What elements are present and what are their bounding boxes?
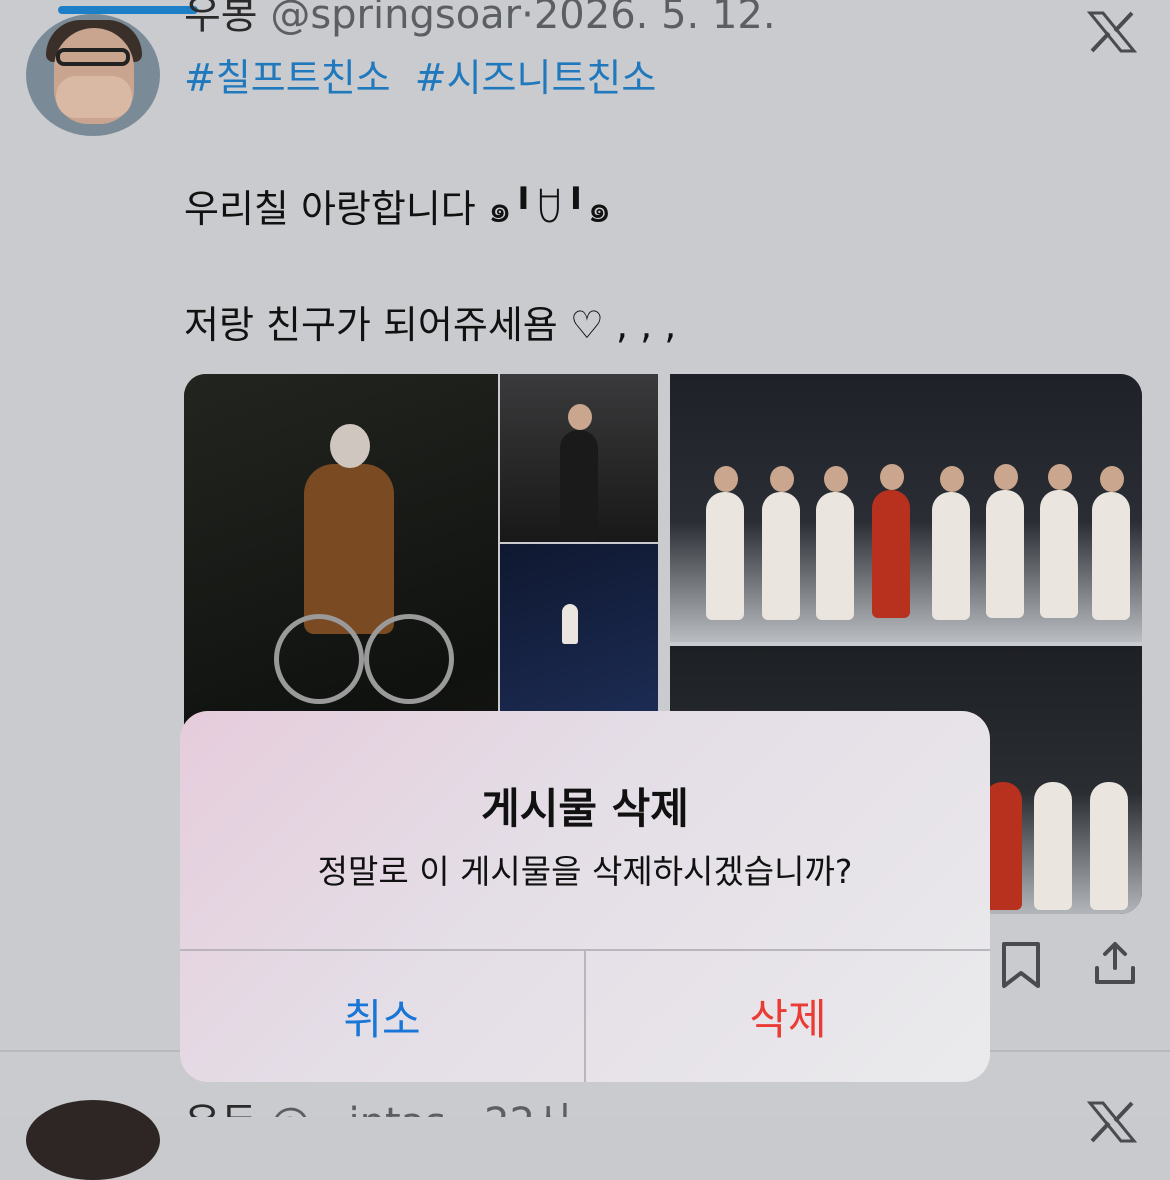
photo-member <box>986 464 1024 618</box>
photo-member <box>706 466 744 620</box>
photo-performer <box>304 424 394 634</box>
hashtag-link[interactable]: #시즈니트친소 <box>415 56 657 100</box>
photo-member <box>872 464 910 618</box>
scroll-indicator <box>58 6 198 14</box>
media-photo[interactable] <box>500 374 658 558</box>
photo-member <box>762 466 800 620</box>
user-handle[interactable]: @ ..intas.. <box>270 1100 471 1117</box>
user-handle[interactable]: @springsoar <box>270 0 521 38</box>
dialog-title: 게시물 삭제 <box>481 784 689 833</box>
tweet-date[interactable]: 22시 <box>484 1100 572 1117</box>
photo-performer <box>562 604 578 644</box>
media-divider <box>670 642 1142 646</box>
media-divider <box>500 542 658 544</box>
tweet-text-line: 우리칠 아랑합니다 ๑╹ꇴ╹๑ <box>184 187 612 231</box>
photo-member <box>816 466 854 620</box>
delete-confirm-dialog: 게시물 삭제 정말로 이 게시물을 삭제하시겠습니까? 취소 삭제 <box>180 711 990 1082</box>
hashtags: #칠프트친소 #시즈니트친소 <box>184 54 668 102</box>
photo-performer <box>560 404 598 558</box>
header-separator: · <box>521 0 534 38</box>
hashtag-link[interactable]: #칠프트친소 <box>184 56 391 100</box>
photo-member <box>1040 464 1078 618</box>
photo-member <box>932 466 970 620</box>
display-name[interactable]: 우봉 <box>184 0 258 38</box>
delete-button[interactable]: 삭제 <box>586 951 990 1082</box>
avatar-glasses <box>56 48 130 66</box>
x-logo-icon <box>1086 11 1138 53</box>
tweet-text-line: 저랑 친구가 되어쥬세욤 ♡ , , , <box>184 303 677 347</box>
x-logo-icon <box>1086 1101 1138 1143</box>
photo-bicycle-wheel <box>274 614 364 704</box>
avatar[interactable] <box>26 14 160 136</box>
cancel-button[interactable]: 취소 <box>180 951 584 1082</box>
share-icon[interactable] <box>1092 938 1138 988</box>
bookmark-icon[interactable] <box>998 940 1044 990</box>
tweet-header: 유두 @ ..intas.. 22시 <box>184 1090 572 1117</box>
avatar-hands <box>56 76 132 118</box>
photo-member <box>1034 782 1072 910</box>
photo-bicycle-wheel <box>364 614 454 704</box>
photo-member <box>1092 466 1130 620</box>
tweet-header: 우봉 @springsoar·2026. 5. 12. <box>184 0 776 50</box>
display-name[interactable]: 유두 <box>184 1100 258 1117</box>
tweet-date[interactable]: 2026. 5. 12. <box>534 0 776 38</box>
dialog-message: 정말로 이 게시물을 삭제하시겠습니까? <box>317 852 853 891</box>
avatar[interactable] <box>26 1100 160 1180</box>
photo-member <box>1090 782 1128 910</box>
media-photo[interactable] <box>670 374 1142 642</box>
